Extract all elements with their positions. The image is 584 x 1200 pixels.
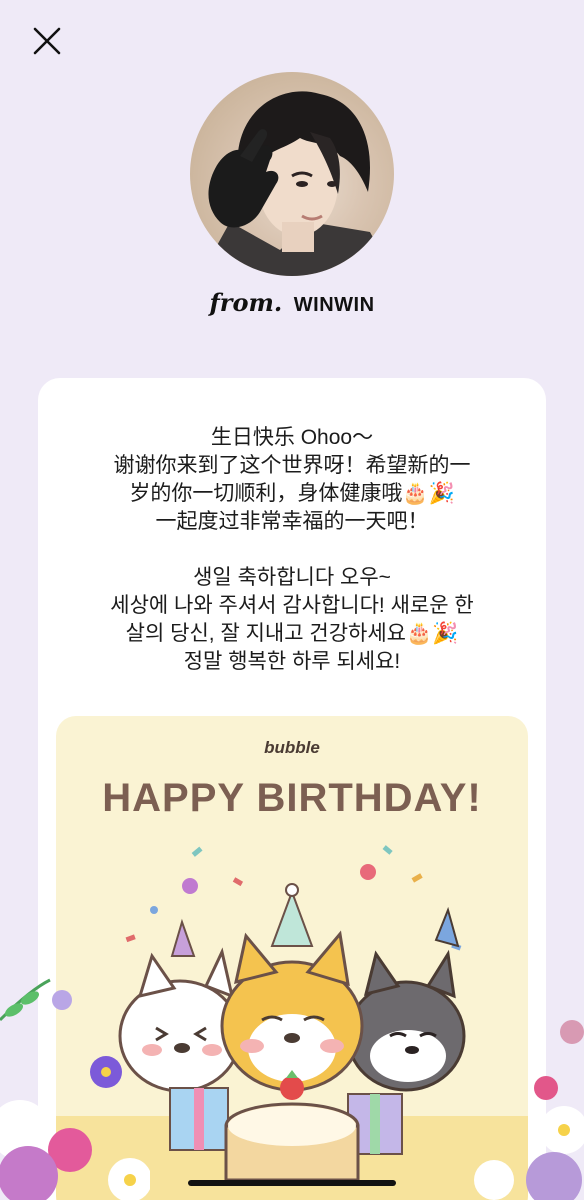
avatar	[190, 72, 394, 276]
message-line: 정말 행복한 하루 되세요!	[183, 650, 401, 673]
flower-decoration-right	[474, 1020, 584, 1200]
sender-line: from. WINWIN	[0, 288, 584, 317]
happy-birthday-title: HAPPY BIRTHDAY!	[102, 776, 482, 820]
home-indicator[interactable]	[188, 1180, 396, 1186]
message-line: 一起度过非常幸福的一天吧！	[155, 510, 429, 533]
from-label: from.	[209, 288, 283, 317]
message-line: 생일 축하합니다 오우~	[193, 566, 391, 589]
message-line: 谢谢你来到了这个世界呀！希望新的一	[113, 454, 471, 477]
message-line: 세상에 나와 주셔서 감사합니다! 새로운 한	[110, 594, 474, 617]
close-button[interactable]	[28, 24, 64, 60]
message-line: 生日快乐 Ohoo～	[210, 426, 374, 449]
message-line: 岁的你一切顺利，身体健康哦🎂🎉	[129, 482, 455, 505]
message-line: 살의 당신, 잘 지내고 건강하세요🎂🎉	[125, 622, 459, 645]
bubble-logo: bubble	[264, 738, 320, 757]
flower-decoration-left	[0, 978, 150, 1200]
sender-name: WINWIN	[293, 294, 375, 316]
close-icon	[33, 27, 61, 55]
letter-message: 生日快乐 Ohoo～ 谢谢你来到了这个世界呀！希望新的一 岁的你一切顺利，身体健…	[0, 424, 584, 676]
